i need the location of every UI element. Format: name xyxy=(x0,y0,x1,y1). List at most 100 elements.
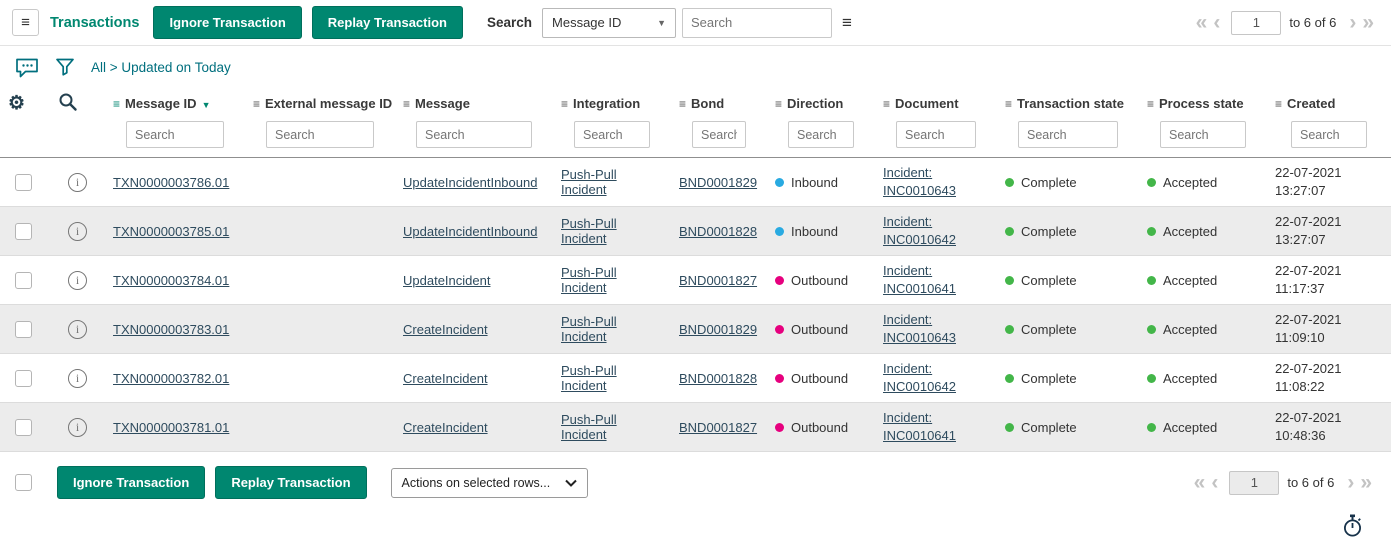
column-header-message[interactable]: ≡Message xyxy=(395,88,553,118)
message-link[interactable]: UpdateIncidentInbound xyxy=(403,175,537,190)
integration-link[interactable]: Push-Pull Incident xyxy=(561,216,617,246)
last-page-button[interactable]: » xyxy=(1359,12,1377,33)
next-page-button[interactable]: › xyxy=(1346,12,1359,33)
page-number-input[interactable] xyxy=(1229,471,1279,495)
message-id-link[interactable]: TXN0000003781.01 xyxy=(113,420,229,435)
select-all-checkbox[interactable] xyxy=(15,474,32,491)
first-page-button[interactable]: « xyxy=(1191,472,1209,493)
message-link[interactable]: UpdateIncident xyxy=(403,273,490,288)
column-header-external-message-id[interactable]: ≡External message ID xyxy=(245,88,395,118)
filter-input-message[interactable] xyxy=(416,121,532,148)
info-icon[interactable]: i xyxy=(68,320,87,339)
column-menu-icon[interactable]: ≡ xyxy=(1275,97,1282,111)
message-id-link[interactable]: TXN0000003783.01 xyxy=(113,322,229,337)
bond-link[interactable]: BND0001829 xyxy=(679,322,757,337)
document-link[interactable]: Incident: INC0010641 xyxy=(883,409,963,445)
column-menu-icon[interactable]: ≡ xyxy=(253,97,260,111)
column-header-process-state[interactable]: ≡Process state xyxy=(1139,88,1267,118)
bond-link[interactable]: BND0001829 xyxy=(679,175,757,190)
message-link[interactable]: CreateIncident xyxy=(403,371,488,386)
column-menu-icon[interactable]: ≡ xyxy=(113,97,120,111)
prev-page-button[interactable]: ‹ xyxy=(1210,12,1223,33)
ignore-transaction-button[interactable]: Ignore Transaction xyxy=(153,6,301,39)
search-type-dropdown[interactable]: Message ID ▼ xyxy=(542,8,676,38)
column-header-direction[interactable]: ≡Direction xyxy=(767,88,875,118)
filter-input-external-message-id[interactable] xyxy=(266,121,374,148)
comments-icon[interactable] xyxy=(15,57,39,78)
row-checkbox[interactable] xyxy=(15,174,32,191)
bond-link[interactable]: BND0001828 xyxy=(679,224,757,239)
document-link[interactable]: Incident: INC0010642 xyxy=(883,213,963,249)
ignore-transaction-button-bottom[interactable]: Ignore Transaction xyxy=(57,466,205,499)
column-menu-icon[interactable]: ≡ xyxy=(403,97,410,111)
message-id-link[interactable]: TXN0000003786.01 xyxy=(113,175,229,190)
column-header-message-id[interactable]: ≡Message ID▼ xyxy=(105,88,245,118)
replay-transaction-button[interactable]: Replay Transaction xyxy=(312,6,463,39)
next-page-button[interactable]: › xyxy=(1344,472,1357,493)
column-header-integration[interactable]: ≡Integration xyxy=(553,88,671,118)
stopwatch-icon[interactable] xyxy=(1342,514,1363,543)
filter-input-transaction-state[interactable] xyxy=(1018,121,1118,148)
integration-link[interactable]: Push-Pull Incident xyxy=(561,314,617,344)
column-header-bond[interactable]: ≡Bond xyxy=(671,88,767,118)
message-link[interactable]: CreateIncident xyxy=(403,420,488,435)
document-link[interactable]: Incident: INC0010643 xyxy=(883,164,963,200)
bond-link[interactable]: BND0001828 xyxy=(679,371,757,386)
first-page-button[interactable]: « xyxy=(1193,12,1211,33)
info-icon[interactable]: i xyxy=(68,271,87,290)
info-icon[interactable]: i xyxy=(68,173,87,192)
prev-page-button[interactable]: ‹ xyxy=(1208,472,1221,493)
integration-link[interactable]: Push-Pull Incident xyxy=(561,265,617,295)
filter-input-bond[interactable] xyxy=(692,121,746,148)
last-page-button[interactable]: » xyxy=(1357,472,1375,493)
breadcrumb[interactable]: All > Updated on Today xyxy=(91,60,231,75)
column-menu-icon[interactable]: ≡ xyxy=(679,97,686,111)
document-link[interactable]: Incident: INC0010643 xyxy=(883,311,963,347)
transaction-state-dot xyxy=(1005,178,1014,187)
filter-input-integration[interactable] xyxy=(574,121,650,148)
document-link[interactable]: Incident: INC0010641 xyxy=(883,262,963,298)
info-icon[interactable]: i xyxy=(68,222,87,241)
message-link[interactable]: CreateIncident xyxy=(403,322,488,337)
row-checkbox[interactable] xyxy=(15,223,32,240)
actions-dropdown[interactable]: Actions on selected rows... xyxy=(391,468,588,498)
column-menu-icon[interactable]: ≡ xyxy=(883,97,890,111)
search-input[interactable] xyxy=(682,8,832,38)
info-icon[interactable]: i xyxy=(68,369,87,388)
column-menu-icon[interactable]: ≡ xyxy=(1147,97,1154,111)
message-id-link[interactable]: TXN0000003782.01 xyxy=(113,371,229,386)
filter-input-process-state[interactable] xyxy=(1160,121,1246,148)
column-menu-icon[interactable]: ≡ xyxy=(775,97,782,111)
page-number-input[interactable] xyxy=(1231,11,1281,35)
column-header-created[interactable]: ≡Created xyxy=(1267,88,1391,118)
filter-input-message-id[interactable] xyxy=(126,121,224,148)
filter-input-direction[interactable] xyxy=(788,121,854,148)
message-link[interactable]: UpdateIncidentInbound xyxy=(403,224,537,239)
filter-funnel-icon[interactable] xyxy=(55,57,75,77)
top-pagination: « ‹ to 6 of 6 › » xyxy=(1193,11,1377,35)
replay-transaction-button-bottom[interactable]: Replay Transaction xyxy=(215,466,366,499)
info-icon[interactable]: i xyxy=(68,418,87,437)
search-magnifier-icon[interactable] xyxy=(58,100,78,115)
row-checkbox[interactable] xyxy=(15,370,32,387)
filter-input-created[interactable] xyxy=(1291,121,1367,148)
column-header-transaction-state[interactable]: ≡Transaction state xyxy=(997,88,1139,118)
column-menu-icon[interactable]: ≡ xyxy=(1005,97,1012,111)
integration-link[interactable]: Push-Pull Incident xyxy=(561,363,617,393)
filter-input-document[interactable] xyxy=(896,121,976,148)
search-options-menu-icon[interactable]: ≡ xyxy=(842,13,852,33)
column-header-document[interactable]: ≡Document xyxy=(875,88,997,118)
settings-gear-icon[interactable]: ⚙ xyxy=(8,93,25,114)
main-menu-button[interactable]: ≡ xyxy=(12,9,39,36)
column-menu-icon[interactable]: ≡ xyxy=(561,97,568,111)
row-checkbox[interactable] xyxy=(15,321,32,338)
document-link[interactable]: Incident: INC0010642 xyxy=(883,360,963,396)
row-checkbox[interactable] xyxy=(15,419,32,436)
message-id-link[interactable]: TXN0000003785.01 xyxy=(113,224,229,239)
bond-link[interactable]: BND0001827 xyxy=(679,273,757,288)
integration-link[interactable]: Push-Pull Incident xyxy=(561,412,617,442)
row-checkbox[interactable] xyxy=(15,272,32,289)
bond-link[interactable]: BND0001827 xyxy=(679,420,757,435)
integration-link[interactable]: Push-Pull Incident xyxy=(561,167,617,197)
message-id-link[interactable]: TXN0000003784.01 xyxy=(113,273,229,288)
